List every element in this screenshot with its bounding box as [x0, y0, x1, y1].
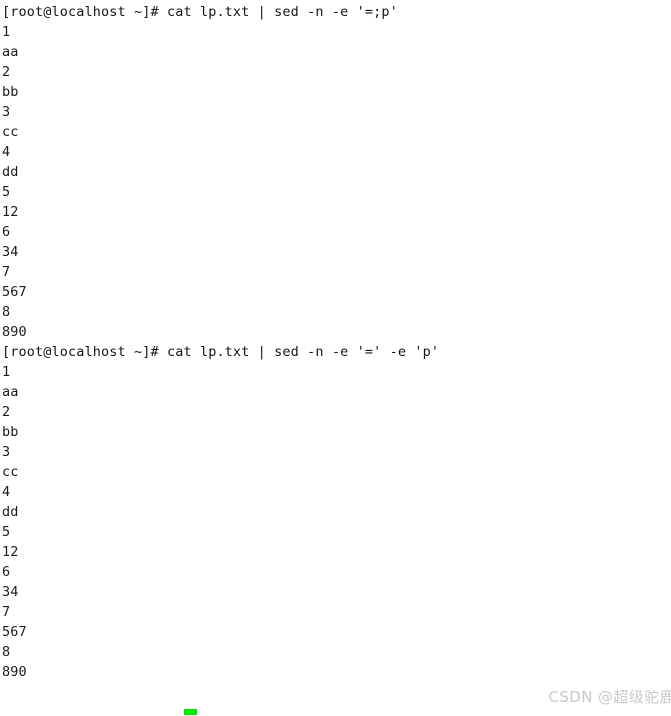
terminal-output-line: 7 [2, 264, 11, 280]
terminal-output-line: cc [2, 124, 19, 140]
terminal-output-line: cc [2, 464, 19, 480]
terminal-window[interactable]: [root@localhost ~]# cat lp.txt | sed -n … [0, 0, 671, 716]
terminal-output-line: bb [2, 424, 19, 440]
terminal-output-line: 6 [2, 224, 11, 240]
terminal-output-line: 567 [2, 284, 27, 300]
terminal-output-line: aa [2, 384, 19, 400]
csdn-watermark: CSDN @超级驼鹿 [548, 688, 671, 706]
terminal-output-line: 3 [2, 104, 11, 120]
terminal-output-line: dd [2, 504, 19, 520]
terminal-output-line: 5 [2, 524, 11, 540]
terminal-output-line: 5 [2, 184, 11, 200]
terminal-command-line: [root@localhost ~]# cat lp.txt | sed -n … [2, 4, 398, 20]
terminal-output-line: 3 [2, 444, 11, 460]
terminal-output-line: 12 [2, 544, 19, 560]
terminal-cursor [184, 709, 197, 715]
terminal-output-line: 34 [2, 584, 19, 600]
terminal-output-line: 6 [2, 564, 11, 580]
terminal-output-line: 4 [2, 144, 11, 160]
terminal-output-line: aa [2, 44, 19, 60]
terminal-output-line: 4 [2, 484, 11, 500]
terminal-output-line: 34 [2, 244, 19, 260]
terminal-output-area: [root@localhost ~]# cat lp.txt | sed -n … [2, 2, 671, 682]
terminal-output-line: 890 [2, 664, 27, 680]
terminal-output-line: 890 [2, 324, 27, 340]
terminal-output-line: 567 [2, 624, 27, 640]
terminal-output-line: bb [2, 84, 19, 100]
terminal-output-line: 2 [2, 404, 11, 420]
terminal-output-line: dd [2, 164, 19, 180]
terminal-output-line: 7 [2, 604, 11, 620]
terminal-output-line: 12 [2, 204, 19, 220]
terminal-command-line: [root@localhost ~]# cat lp.txt | sed -n … [2, 344, 440, 360]
terminal-output-line: 1 [2, 364, 11, 380]
terminal-output-line: 8 [2, 304, 11, 320]
terminal-output-line: 8 [2, 644, 11, 660]
terminal-output-line: 1 [2, 24, 11, 40]
terminal-output-line: 2 [2, 64, 11, 80]
